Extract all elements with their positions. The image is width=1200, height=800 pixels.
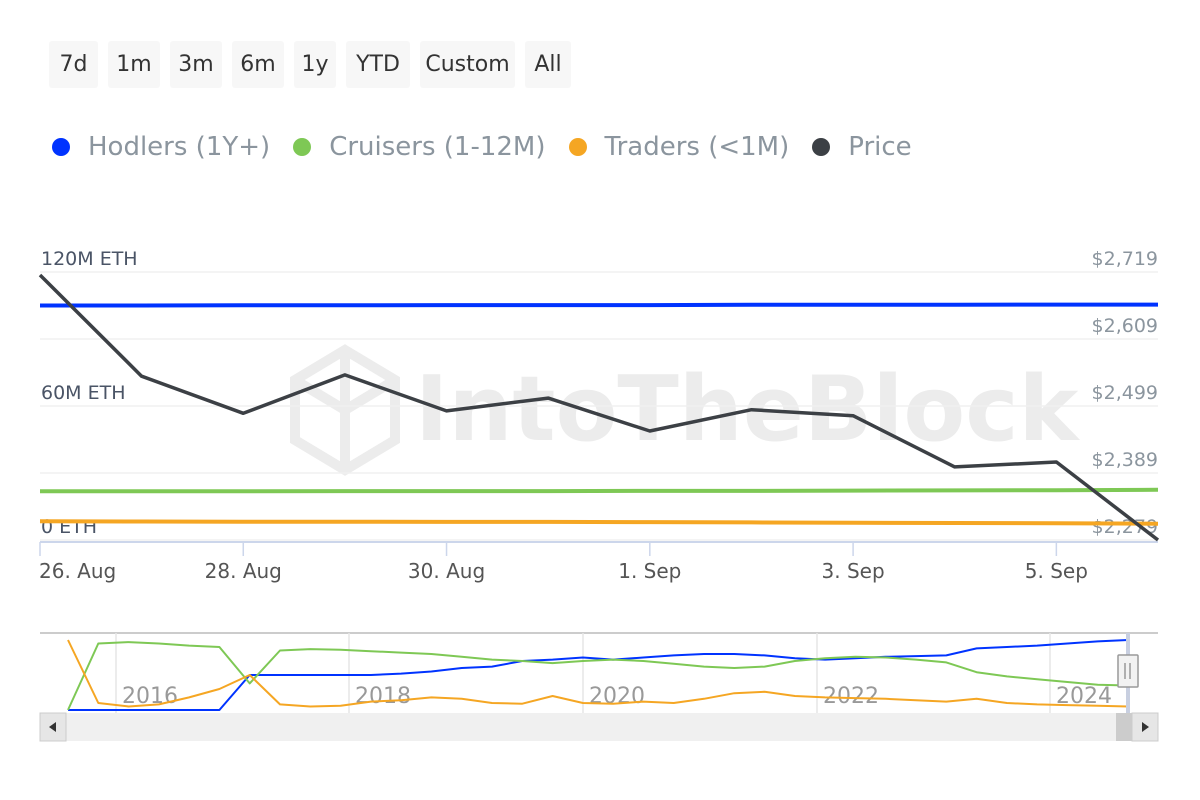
navigator: 2016 2018 2020 2022 2024 bbox=[40, 632, 1158, 713]
navigator-tick-label: 2022 bbox=[823, 684, 879, 709]
navigator-tick-label: 2018 bbox=[355, 684, 411, 709]
grid-lines bbox=[40, 271, 1158, 541]
right-axis-tick-label: $2,719 bbox=[1092, 248, 1158, 270]
traders-series-line[interactable] bbox=[39, 519, 1159, 526]
x-axis-tick-label: 5. Sep bbox=[1025, 559, 1088, 583]
right-axis-tick-label: $2,499 bbox=[1092, 382, 1158, 404]
scrollbar-track[interactable] bbox=[40, 713, 1158, 741]
right-axis-tick-label: $2,279 bbox=[1092, 516, 1158, 538]
right-axis-tick-label: $2,389 bbox=[1092, 449, 1158, 471]
x-axis-tick-label: 1. Sep bbox=[618, 559, 681, 583]
navigator-handle[interactable] bbox=[1117, 654, 1139, 688]
navigator-tick-label: 2020 bbox=[589, 684, 645, 709]
chart-canvas: IntoTheBlock 0 ETH60M ETH120M ETH $2,279… bbox=[38, 248, 1160, 742]
x-axis: 26. Aug 28. Aug 30. Aug 1. Sep 3. Sep 5. Sep bbox=[39, 541, 1158, 583]
intotheblock-logo-icon bbox=[290, 344, 400, 476]
cruisers-series-line[interactable] bbox=[40, 487, 1159, 494]
x-axis-tick-label: 3. Sep bbox=[822, 559, 885, 583]
x-axis-tick-label: 30. Aug bbox=[408, 559, 485, 583]
watermark: IntoTheBlock bbox=[290, 344, 1081, 476]
x-axis-tick-label: 28. Aug bbox=[205, 559, 282, 583]
x-axis-tick-label: 26. Aug bbox=[39, 559, 116, 583]
scrollbar[interactable] bbox=[39, 712, 1159, 742]
scrollbar-thumb[interactable] bbox=[1116, 713, 1132, 741]
hodlers-series-line[interactable] bbox=[40, 302, 1158, 308]
left-axis-tick-label: 60M ETH bbox=[41, 382, 126, 404]
right-axis-tick-label: $2,609 bbox=[1092, 315, 1158, 337]
left-axis-tick-label: 120M ETH bbox=[41, 248, 138, 270]
